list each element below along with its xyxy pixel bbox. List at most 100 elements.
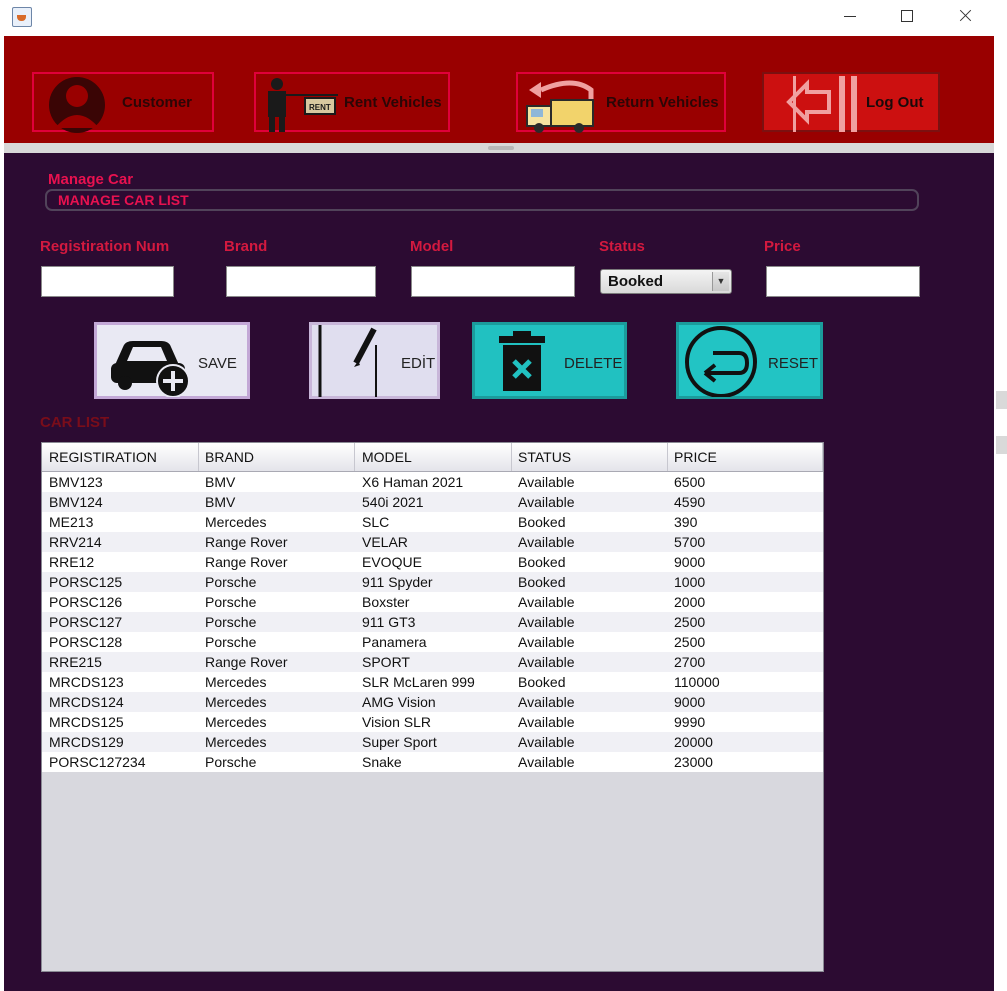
table-cell: Boxster (362, 594, 410, 610)
logout-label: Log Out (866, 94, 924, 111)
table-cell: Range Rover (205, 534, 288, 550)
table-row[interactable]: PORSC127 Porsche 911 GT3 Available 2500 (42, 612, 823, 632)
table-cell: SLR McLaren 999 (362, 674, 475, 690)
column-header-price[interactable]: PRICE (667, 443, 823, 471)
pencil-icon (318, 325, 377, 397)
table-cell: Available (518, 694, 575, 710)
table-cell: 9000 (674, 694, 706, 710)
table-cell: Booked (518, 574, 566, 590)
rent-vehicles-nav-button[interactable]: RENT Rent Vehicles (254, 72, 450, 132)
table-row[interactable]: MRCDS124 Mercedes AMG Vision Available 9000 (42, 692, 823, 712)
save-button[interactable]: SAVE (94, 322, 250, 399)
table-cell: 390 (674, 514, 698, 530)
table-row[interactable]: PORSC127234 Porsche Snake Available 23000 (42, 752, 823, 772)
car-table[interactable]: REGISTIRATION BRAND MODEL STATUS PRICE B… (41, 442, 824, 972)
table-cell: Available (518, 474, 575, 490)
table-cell: BMV (205, 474, 236, 490)
table-row[interactable]: MRCDS123 Mercedes SLR McLaren 999 Booked 110… (42, 672, 823, 692)
table-cell: RRE12 (49, 554, 95, 570)
table-cell: Mercedes (205, 674, 267, 690)
split-pane-divider[interactable] (4, 143, 994, 153)
reset-button[interactable]: RESET (676, 322, 823, 399)
table-cell: Available (518, 714, 575, 730)
table-cell: PORSC127 (49, 614, 123, 630)
rent-vehicles-nav-label: Rent Vehicles (344, 94, 442, 111)
delete-button[interactable]: DELETE (472, 322, 627, 399)
table-cell: BMV123 (49, 474, 103, 490)
table-cell: MRCDS124 (49, 694, 124, 710)
table-row[interactable]: PORSC125 Porsche 911 Spyder Booked 1000 (42, 572, 823, 592)
edit-button[interactable]: EDİT (309, 322, 440, 399)
table-cell: Porsche (205, 594, 257, 610)
page-title: Manage Car (48, 171, 134, 188)
customer-nav-label: Customer (122, 94, 193, 111)
table-cell: VELAR (362, 534, 408, 550)
price-input[interactable] (766, 266, 920, 297)
maximize-button[interactable] (895, 6, 919, 26)
table-cell: ME213 (49, 514, 94, 530)
column-header-status[interactable]: STATUS (511, 443, 668, 471)
table-row[interactable]: RRV214 Range Rover VELAR Available 5700 (42, 532, 823, 552)
table-cell: 540i 2021 (362, 494, 424, 510)
table-cell: X6 Haman 2021 (362, 474, 464, 490)
logout-button[interactable]: Log Out (762, 72, 940, 132)
table-cell: 6500 (674, 474, 706, 490)
table-cell: Mercedes (205, 714, 267, 730)
table-cell: Booked (518, 554, 566, 570)
table-cell: EVOQUE (362, 554, 422, 570)
table-cell: Snake (362, 754, 402, 770)
status-label: Status (599, 238, 645, 255)
column-header-model[interactable]: MODEL (355, 443, 512, 471)
table-cell: BMV (205, 494, 236, 510)
table-cell: Porsche (205, 574, 257, 590)
table-cell: Booked (518, 514, 566, 530)
table-cell: Porsche (205, 754, 257, 770)
divider-grip[interactable] (488, 146, 514, 150)
table-row[interactable]: RRE12 Range Rover EVOQUE Booked 9000 (42, 552, 823, 572)
java-cup-icon (12, 7, 32, 27)
table-cell: SPORT (362, 654, 410, 670)
table-row[interactable]: ME213 Mercedes SLC Booked 390 (42, 512, 823, 532)
column-header-brand[interactable]: BRAND (198, 443, 355, 471)
table-cell: 2000 (674, 594, 706, 610)
table-row[interactable]: PORSC128 Porsche Panamera Available 2500 (42, 632, 823, 652)
trash-icon (499, 331, 545, 391)
table-cell: Porsche (205, 614, 257, 630)
car-add-icon (111, 341, 190, 397)
table-row[interactable]: MRCDS129 Mercedes Super Sport Available 2000… (42, 732, 823, 752)
table-cell: 5700 (674, 534, 706, 550)
user-avatar-icon (49, 77, 105, 133)
table-cell: 9000 (674, 554, 706, 570)
table-cell: Mercedes (205, 514, 267, 530)
table-cell: Super Sport (362, 734, 437, 750)
table-row[interactable]: MRCDS125 Mercedes Vision SLR Available 9990 (42, 712, 823, 732)
table-row[interactable]: RRE215 Range Rover SPORT Available 2700 (42, 652, 823, 672)
table-cell: RRE215 (49, 654, 102, 670)
edge-marker (996, 436, 1007, 454)
car-list-heading: CAR LIST (40, 414, 110, 431)
rent-sign-person-icon: RENT (268, 78, 338, 132)
table-cell: Available (518, 614, 575, 630)
registration-input[interactable] (41, 266, 174, 297)
chevron-down-icon[interactable]: ▼ (712, 272, 729, 291)
table-cell: MRCDS125 (49, 714, 124, 730)
column-header-registration[interactable]: REGISTIRATION (42, 443, 199, 471)
status-selected-value: Booked (608, 273, 664, 290)
table-cell: Range Rover (205, 554, 288, 570)
table-row[interactable]: PORSC126 Porsche Boxster Available 2000 (42, 592, 823, 612)
table-cell: Booked (518, 674, 566, 690)
table-row[interactable]: BMV124 BMV 540i 2021 Available 4590 (42, 492, 823, 512)
customer-nav-button[interactable]: Customer (32, 72, 214, 133)
minimize-button[interactable] (838, 6, 862, 26)
table-cell: BMV124 (49, 494, 103, 510)
table-cell: Available (518, 754, 575, 770)
return-truck-icon (526, 80, 594, 133)
table-body: BMV123 BMV X6 Haman 2021 Available 6500 BMV12… (42, 472, 823, 772)
close-button[interactable] (953, 6, 977, 26)
status-dropdown[interactable]: Booked ▼ (600, 269, 732, 294)
brand-input[interactable] (226, 266, 376, 297)
model-input[interactable] (411, 266, 575, 297)
table-row[interactable]: BMV123 BMV X6 Haman 2021 Available 6500 (42, 472, 823, 492)
return-vehicles-nav-button[interactable]: Return Vehicles (516, 72, 726, 133)
table-cell: Mercedes (205, 734, 267, 750)
